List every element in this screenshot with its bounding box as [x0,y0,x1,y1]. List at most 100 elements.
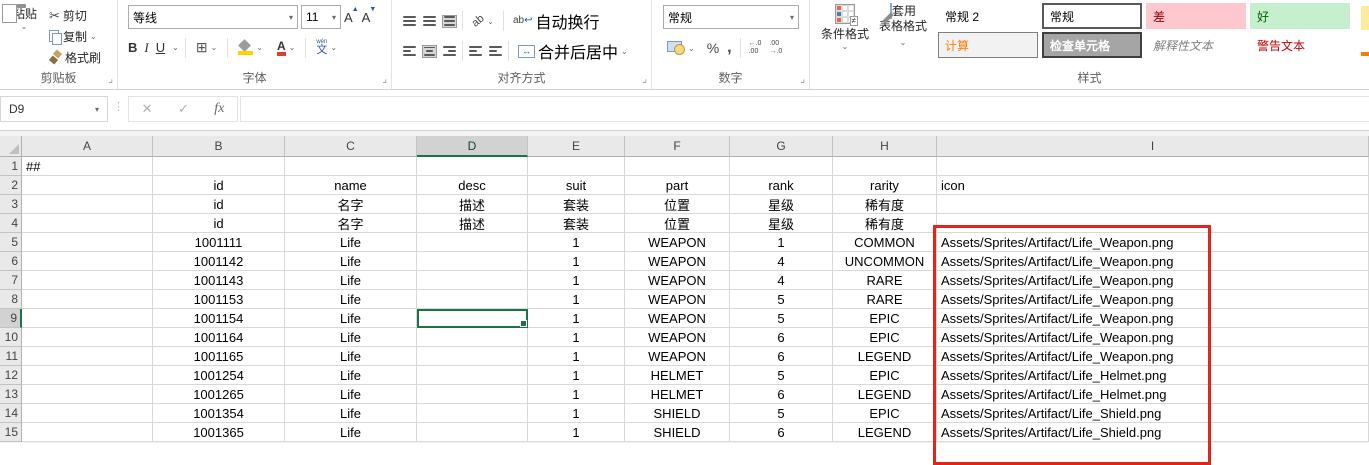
cell-C11[interactable]: Life [285,347,417,366]
cell-E11[interactable]: 1 [528,347,625,366]
dialog-launcher-icon[interactable]: ⌟ [108,75,113,85]
fill-color-button[interactable]: ⌄ [234,38,267,58]
cell-G4[interactable]: 星级 [730,214,833,233]
number-format-combo[interactable]: 常规 ▾ [663,5,799,29]
cell-C1[interactable] [285,157,417,176]
cell-F10[interactable]: WEAPON [625,328,730,347]
cell-E7[interactable]: 1 [528,271,625,290]
formula-input[interactable] [240,96,1369,122]
align-right-button[interactable] [442,45,457,58]
row-header-1[interactable]: 1 [0,157,22,176]
cell-F14[interactable]: SHIELD [625,404,730,423]
cell-F5[interactable]: WEAPON [625,233,730,252]
row-header-3[interactable]: 3 [0,195,22,214]
column-header-D[interactable]: D [417,136,528,157]
cell-G12[interactable]: 5 [730,366,833,385]
underline-button[interactable]: U [156,40,165,55]
cell-I7[interactable]: Assets/Sprites/Artifact/Life_Weapon.png [937,271,1369,290]
style-chip-explanatory[interactable]: 解释性文本 [1146,32,1246,58]
cell-F1[interactable] [625,157,730,176]
cell-B12[interactable]: 1001254 [153,366,285,385]
cell-F2[interactable]: part [625,176,730,195]
dialog-launcher-icon[interactable]: ⌟ [642,75,647,85]
cell-D14[interactable] [417,404,528,423]
cell-C4[interactable]: 名字 [285,214,417,233]
cell-E12[interactable]: 1 [528,366,625,385]
cell-D5[interactable] [417,233,528,252]
cell-E5[interactable]: 1 [528,233,625,252]
cell-A9[interactable] [22,309,153,328]
cell-C5[interactable]: Life [285,233,417,252]
cell-I2[interactable]: icon [937,176,1369,195]
cell-B11[interactable]: 1001165 [153,347,285,366]
cell-I6[interactable]: Assets/Sprites/Artifact/Life_Weapon.png [937,252,1369,271]
cell-G3[interactable]: 星级 [730,195,833,214]
cell-F11[interactable]: WEAPON [625,347,730,366]
italic-button[interactable]: I [144,40,148,56]
align-left-button[interactable] [402,45,417,58]
cell-H15[interactable]: LEGEND [833,423,937,442]
cell-H8[interactable]: RARE [833,290,937,309]
cell-I8[interactable]: Assets/Sprites/Artifact/Life_Weapon.png [937,290,1369,309]
cell-G2[interactable]: rank [730,176,833,195]
cell-I13[interactable]: Assets/Sprites/Artifact/Life_Helmet.png [937,385,1369,404]
align-bottom-button[interactable] [442,15,457,28]
cell-I15[interactable]: Assets/Sprites/Artifact/Life_Shield.png [937,423,1369,442]
cell-G6[interactable]: 4 [730,252,833,271]
font-name-combo[interactable]: 等线 ▾ [128,5,298,29]
cell-G8[interactable]: 5 [730,290,833,309]
row-header-7[interactable]: 7 [0,271,22,290]
cell-F7[interactable]: WEAPON [625,271,730,290]
cell-C15[interactable]: Life [285,423,417,442]
style-chip-warning[interactable]: 警告文本 [1250,32,1350,58]
cell-H6[interactable]: UNCOMMON [833,252,937,271]
cell-E8[interactable]: 1 [528,290,625,309]
row-header-13[interactable]: 13 [0,385,22,404]
cell-C13[interactable]: Life [285,385,417,404]
cell-G7[interactable]: 4 [730,271,833,290]
cell-A10[interactable] [22,328,153,347]
bold-button[interactable]: B [128,40,137,55]
cell-D7[interactable] [417,271,528,290]
style-chip-normal2[interactable]: 常规 2 [938,3,1038,29]
chevron-down-icon[interactable]: ⌄ [90,32,97,41]
cell-F12[interactable]: HELMET [625,366,730,385]
row-header-2[interactable]: 2 [0,176,22,195]
cell-E15[interactable]: 1 [528,423,625,442]
cell-F3[interactable]: 位置 [625,195,730,214]
style-chip-calculation[interactable]: 计算 [938,32,1038,58]
cell-G13[interactable]: 6 [730,385,833,404]
cell-A1[interactable]: ## [22,157,153,176]
cell-I11[interactable]: Assets/Sprites/Artifact/Life_Weapon.png [937,347,1369,366]
insert-function-icon[interactable]: fx [214,101,224,117]
cell-F4[interactable]: 位置 [625,214,730,233]
cell-H3[interactable]: 稀有度 [833,195,937,214]
cell-D4[interactable]: 描述 [417,214,528,233]
cell-G10[interactable]: 6 [730,328,833,347]
cell-F9[interactable]: WEAPON [625,309,730,328]
row-header-14[interactable]: 14 [0,404,22,423]
format-painter-button[interactable]: 格式刷 [46,48,104,67]
copy-button[interactable]: 复制 ⌄ [46,27,104,46]
row-header-9[interactable]: 9 [0,309,22,328]
style-chip-normal[interactable]: 常规 [1042,3,1142,29]
select-all-corner[interactable] [0,136,22,157]
comma-style-button[interactable]: , [727,39,731,57]
cell-I14[interactable]: Assets/Sprites/Artifact/Life_Shield.png [937,404,1369,423]
row-header-10[interactable]: 10 [0,328,22,347]
row-header-12[interactable]: 12 [0,366,22,385]
cell-G5[interactable]: 1 [730,233,833,252]
cell-B5[interactable]: 1001111 [153,233,285,252]
style-chip-partial[interactable] [1361,6,1369,30]
decrease-indent-button[interactable] [468,45,483,58]
dialog-launcher-icon[interactable]: ⌟ [382,75,387,85]
cell-H2[interactable]: rarity [833,176,937,195]
cell-G11[interactable]: 6 [730,347,833,366]
cell-E1[interactable] [528,157,625,176]
align-center-button[interactable] [422,45,437,58]
column-header-E[interactable]: E [528,136,625,157]
cut-button[interactable]: ✂ 剪切 [46,6,104,25]
cell-A14[interactable] [22,404,153,423]
column-header-H[interactable]: H [833,136,937,157]
chevron-down-icon[interactable]: ⌄ [5,22,43,31]
